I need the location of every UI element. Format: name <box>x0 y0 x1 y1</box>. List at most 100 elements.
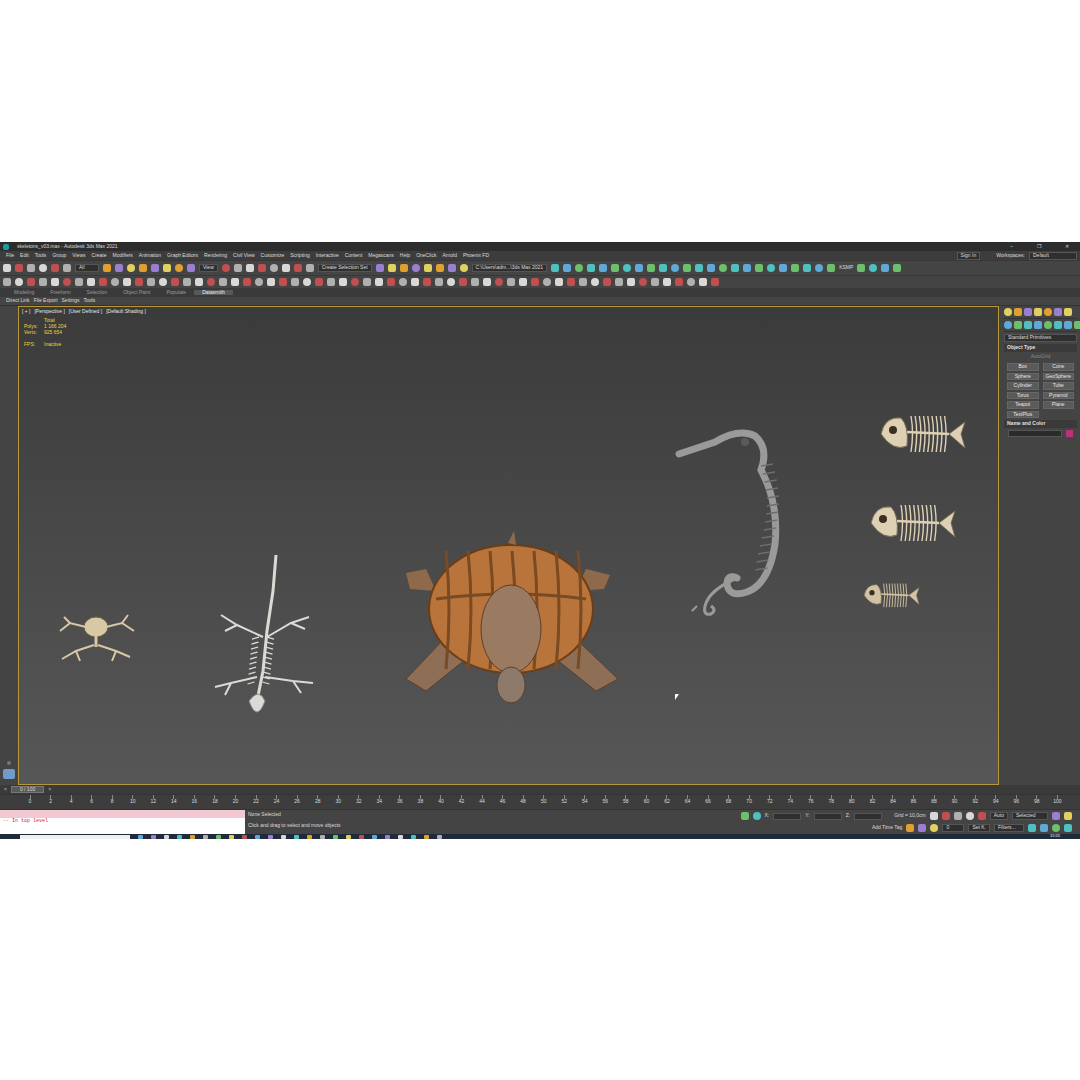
tool-icon[interactable] <box>103 264 111 272</box>
tool-icon[interactable] <box>1024 308 1032 316</box>
fish-skeleton[interactable] <box>871 406 967 464</box>
tool-icon[interactable] <box>639 278 647 286</box>
current-frame[interactable]: 0 <box>942 824 964 832</box>
tool-icon[interactable] <box>531 278 539 286</box>
primitive-button[interactable]: Plane <box>1043 401 1075 409</box>
time-prev[interactable]: < <box>4 787 7 793</box>
ribbon-tab[interactable]: Datasmith <box>194 290 233 296</box>
tool-icon[interactable] <box>1064 308 1072 316</box>
tool-icon[interactable] <box>869 264 877 272</box>
object-name-field[interactable] <box>1008 430 1062 437</box>
tool-icon[interactable] <box>3 278 11 286</box>
menu-item[interactable]: Scripting <box>287 253 312 259</box>
ribbon-item[interactable]: Tools <box>84 298 96 304</box>
tool-icon[interactable] <box>3 264 11 272</box>
tool-icon[interactable] <box>881 264 889 272</box>
tool-icon[interactable] <box>255 278 263 286</box>
taskbar-app-icon[interactable] <box>268 835 273 839</box>
key-filter[interactable]: Selected <box>1012 812 1048 820</box>
tool-icon[interactable] <box>171 278 179 286</box>
tool-icon[interactable] <box>279 278 287 286</box>
tool-icon[interactable] <box>719 264 727 272</box>
tool-icon[interactable] <box>246 264 254 272</box>
tool-icon[interactable] <box>163 264 171 272</box>
tool-icon[interactable] <box>1004 308 1012 316</box>
menu-item[interactable]: Phoenix FD <box>460 253 492 259</box>
tool-icon[interactable] <box>683 264 691 272</box>
ribbon-tab[interactable]: Object Paint <box>115 290 158 296</box>
menu-item[interactable]: Content <box>342 253 366 259</box>
ribbon-tab[interactable]: Selection <box>79 290 116 296</box>
ribbon-item[interactable]: Direct Link <box>6 298 30 304</box>
tool-icon[interactable] <box>1074 321 1080 329</box>
taskbar-app-icon[interactable] <box>372 835 377 839</box>
tool-icon[interactable] <box>699 278 707 286</box>
tool-icon[interactable] <box>1054 308 1062 316</box>
tool-icon[interactable] <box>75 278 83 286</box>
tool-icon[interactable] <box>243 278 251 286</box>
primitive-button[interactable]: Teapot <box>1007 401 1039 409</box>
tool-icon[interactable] <box>687 278 695 286</box>
tool-icon[interactable] <box>551 264 559 272</box>
tool-icon[interactable] <box>755 264 763 272</box>
tool-icon[interactable] <box>599 264 607 272</box>
tool-icon[interactable] <box>918 824 926 832</box>
menu-item[interactable]: Create <box>89 253 110 259</box>
autogrid-checkbox[interactable]: AutoGrid <box>1004 354 1077 360</box>
tool-icon[interactable] <box>1034 308 1042 316</box>
tool-icon[interactable] <box>303 278 311 286</box>
tool-icon[interactable] <box>447 278 455 286</box>
tool-icon[interactable] <box>282 264 290 272</box>
taskbar-app-icon[interactable] <box>320 835 325 839</box>
tool-icon[interactable] <box>87 278 95 286</box>
tool-icon[interactable] <box>460 264 468 272</box>
tool-icon[interactable] <box>39 278 47 286</box>
viewport-menu[interactable]: [ + ] <box>22 309 30 315</box>
coord-field[interactable] <box>773 813 801 820</box>
search-box[interactable] <box>20 835 130 839</box>
workspace-select[interactable]: Default <box>1029 252 1077 260</box>
viewport-menu[interactable]: [Perspective ] <box>34 309 64 315</box>
tool-icon[interactable] <box>741 812 749 820</box>
tool-icon[interactable] <box>135 278 143 286</box>
primitive-button[interactable]: Tube <box>1043 382 1075 390</box>
tool-icon[interactable] <box>966 812 974 820</box>
track-bar[interactable]: 0246810121416182022242628303234363840424… <box>0 794 1080 809</box>
tool-icon[interactable] <box>111 278 119 286</box>
ribbon-item[interactable]: File Export <box>34 298 58 304</box>
seahorse-skeleton[interactable] <box>669 414 793 618</box>
viewport-layout-icon[interactable] <box>3 769 15 779</box>
menu-item[interactable]: Graph Editors <box>164 253 201 259</box>
tool-icon[interactable] <box>258 264 266 272</box>
tool-icon[interactable] <box>195 278 203 286</box>
ribbon-tab[interactable]: Populate <box>158 290 194 296</box>
tool-icon[interactable] <box>39 264 47 272</box>
tool-icon[interactable] <box>587 264 595 272</box>
key-filters[interactable]: Filters... <box>994 824 1024 832</box>
maxscript-listener[interactable]: -- In top level <box>0 810 245 834</box>
key-mode[interactable]: Auto <box>990 812 1008 820</box>
tool-icon[interactable] <box>139 264 147 272</box>
taskbar-app-icon[interactable] <box>151 835 156 839</box>
tool-icon[interactable] <box>99 278 107 286</box>
tool-icon[interactable] <box>436 264 444 272</box>
tool-icon[interactable] <box>63 264 71 272</box>
tool-icon[interactable] <box>1034 321 1042 329</box>
tool-icon[interactable] <box>435 278 443 286</box>
tool-icon[interactable] <box>695 264 703 272</box>
menu-item[interactable]: Modifiers <box>110 253 136 259</box>
tool-icon[interactable] <box>635 264 643 272</box>
fish-skeleton[interactable] <box>861 494 957 554</box>
taskbar-app-icon[interactable] <box>177 835 182 839</box>
selection-set[interactable]: Create Selection Set <box>318 264 372 272</box>
menu-item[interactable]: Animation <box>136 253 164 259</box>
tool-icon[interactable] <box>779 264 787 272</box>
ribbon-tab[interactable]: Freeform <box>42 290 78 296</box>
tool-icon[interactable] <box>151 264 159 272</box>
selection-filter[interactable]: All <box>75 264 99 272</box>
listener-input[interactable] <box>0 810 245 818</box>
tool-icon[interactable] <box>1028 824 1036 832</box>
tool-icon[interactable] <box>219 278 227 286</box>
taskbar-app-icon[interactable] <box>164 835 169 839</box>
tool-icon[interactable] <box>175 264 183 272</box>
